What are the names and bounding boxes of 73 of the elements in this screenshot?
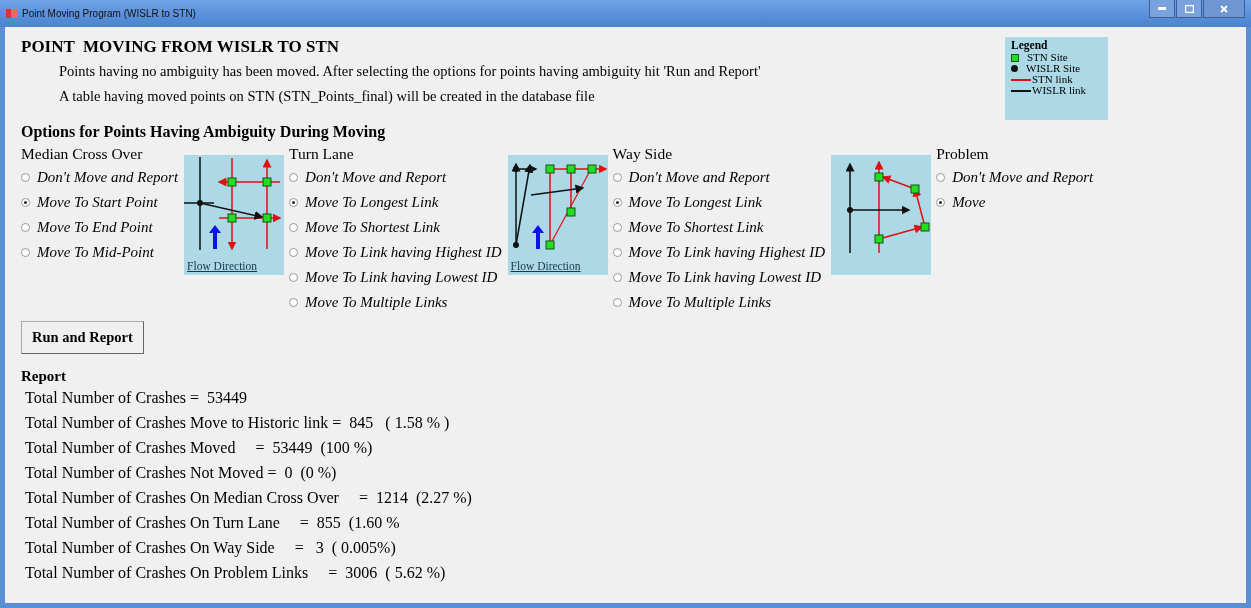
legend-label: STN link: [1032, 74, 1073, 85]
legend-label: STN Site: [1027, 52, 1068, 63]
radio-option[interactable]: Move To Longest Link: [289, 190, 502, 215]
report-line: Total Number of Crashes On Median Cross Over = 1214 (2.27 %): [25, 488, 473, 509]
page-heading: POINT MOVING FROM WISLR TO STN: [21, 37, 340, 57]
radio-button[interactable]: [936, 173, 946, 182]
radio-option[interactable]: Move To Link having Highest ID: [289, 240, 502, 265]
radio-option[interactable]: Move To Multiple Links: [612, 290, 826, 315]
radio-button[interactable]: [612, 198, 622, 207]
info-text: A table having moved points on STN (STN_Points_final) will be created in the database file: [59, 87, 595, 106]
group-title: Problem: [936, 144, 990, 164]
radio-button[interactable]: [612, 173, 622, 182]
group-title: Median Cross Over: [21, 144, 144, 164]
section-title: Options for Points Having Ambiguity During Moving: [21, 123, 387, 141]
radio-option[interactable]: Move To End Point: [21, 215, 179, 240]
stn-site-icon: [1011, 53, 1019, 62]
radio-option[interactable]: Move To Link having Lowest ID: [612, 265, 826, 290]
radio-button[interactable]: [936, 198, 946, 207]
radio-option[interactable]: Don't Move and Report: [612, 165, 826, 190]
radio-option[interactable]: Move To Longest Link: [612, 190, 826, 215]
wislr-site-icon: [1011, 65, 1018, 72]
radio-option[interactable]: Move To Link having Highest ID: [612, 240, 826, 265]
radio-option[interactable]: Move To Start Point: [21, 190, 179, 215]
radio-button[interactable]: [21, 223, 30, 232]
report-line: Total Number of Crashes = 53449: [25, 388, 249, 408]
radio-button[interactable]: [612, 248, 622, 257]
radio-button[interactable]: [289, 273, 299, 282]
stn-link-icon: [1011, 78, 1031, 81]
radio-option[interactable]: Move To Mid-Point: [21, 240, 179, 265]
radio-option[interactable]: Don't Move and Report: [289, 165, 502, 190]
legend-label: WISLR link: [1032, 85, 1087, 96]
radio-button[interactable]: [21, 173, 30, 182]
diagram-caption: Flow Direction: [187, 260, 258, 272]
radio-option[interactable]: Don't Move and Report: [936, 165, 1094, 190]
legend-label: WISLR Site: [1026, 63, 1081, 74]
app-icon: [6, 9, 17, 18]
window-title: Point Moving Program (WISLR to STN): [22, 8, 196, 19]
radio-option[interactable]: Move: [936, 190, 1094, 215]
radio-button[interactable]: [612, 223, 622, 232]
run-and-report-button[interactable]: Run and Report: [21, 321, 144, 354]
wislr-link-icon: [1011, 89, 1031, 92]
report-title: Report: [21, 368, 67, 385]
info-text: Points having no ambiguity has been moved. After selecting the options for points having ambiguity hit 'Run and Report': [59, 62, 761, 81]
maximize-icon: [1184, 4, 1194, 13]
radio-option[interactable]: Move To Shortest Link: [612, 215, 826, 240]
close-button[interactable]: [1203, 0, 1245, 18]
minimize-button[interactable]: [1149, 0, 1175, 18]
radio-button[interactable]: [612, 298, 622, 307]
radio-button[interactable]: [289, 198, 299, 207]
radio-button[interactable]: [289, 248, 299, 257]
close-icon: [1220, 4, 1228, 13]
maximize-button[interactable]: [1176, 0, 1202, 18]
radio-option[interactable]: Move To Link having Lowest ID: [289, 265, 502, 290]
report-line: Total Number of Crashes On Problem Links = 3006 ( 5.62 %): [25, 563, 447, 584]
radio-button[interactable]: [612, 273, 622, 282]
radio-button[interactable]: [289, 173, 299, 182]
legend-title: Legend: [1011, 40, 1049, 51]
group-title: Turn Lane: [289, 144, 355, 164]
radio-button[interactable]: [21, 248, 30, 257]
report-line: Total Number of Crashes Move to Historic link = 845 ( 1.58 % ): [25, 413, 451, 434]
minimize-icon: [1158, 7, 1166, 10]
radio-button[interactable]: [289, 223, 299, 232]
report-line: Total Number of Crashes On Turn Lane = 855 (1.60 %: [25, 513, 401, 534]
report-line: Total Number of Crashes On Way Side = 3 ( 0.005%): [25, 538, 397, 559]
report-line: Total Number of Crashes Moved = 53449 (100 %): [25, 438, 374, 459]
radio-button[interactable]: [21, 198, 30, 207]
radio-option[interactable]: Don't Move and Report: [21, 165, 179, 190]
group-title: Way Side: [612, 144, 674, 164]
radio-option[interactable]: Move To Multiple Links: [289, 290, 502, 315]
diagram-caption: Flow Direction: [510, 260, 581, 272]
radio-button[interactable]: [289, 298, 299, 307]
report-line: Total Number of Crashes Not Moved = 0 (0 %): [25, 463, 338, 484]
radio-option[interactable]: Move To Shortest Link: [289, 215, 502, 240]
